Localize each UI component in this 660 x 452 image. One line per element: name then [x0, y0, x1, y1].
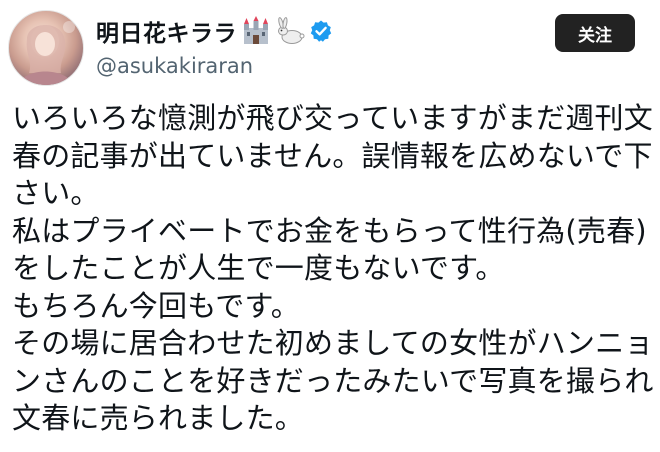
rabbit-icon [275, 16, 305, 46]
tweet-text-line: さい。 [12, 176, 100, 210]
avatar-image [19, 21, 75, 85]
tweet-header: 明日花キララ @asukakiraran 关注 [0, 0, 660, 96]
tweet-text: いろいろな憶測が飛び交っていますがまだ週刊文 春の記事が出ていません。誤情報を広… [12, 100, 654, 438]
user-handle[interactable]: @asukakiraran [96, 54, 253, 78]
display-name[interactable]: 明日花キララ [96, 14, 237, 48]
tweet-text-line: をしたことが人生で一度もないです。 [12, 251, 505, 285]
tweet-text-line: もちろん今回もです。 [12, 288, 300, 323]
avatar[interactable] [8, 10, 84, 86]
follow-button[interactable]: 关注 [555, 14, 635, 52]
tweet-text-line: いろいろな憶測が飛び交っていますがまだ週刊文 [12, 101, 653, 135]
tweet-text-line: その場に居合わせた初めましての女性がハンニョ [12, 326, 654, 360]
name-row: 明日花キララ [96, 14, 333, 48]
tweet-text-line: 私はプライベートでお金をもらって性行為(売春) [12, 213, 647, 248]
tweet-text-line: ンさんのことを好きだったみたいで写真を撮られ [12, 363, 654, 398]
verified-badge-icon [309, 19, 333, 43]
tweet-text-line: 春の記事が出ていません。誤情報を広めないで下 [12, 138, 653, 173]
castle-icon [241, 16, 271, 46]
tweet-text-line: 文春に売られました。 [12, 401, 305, 435]
